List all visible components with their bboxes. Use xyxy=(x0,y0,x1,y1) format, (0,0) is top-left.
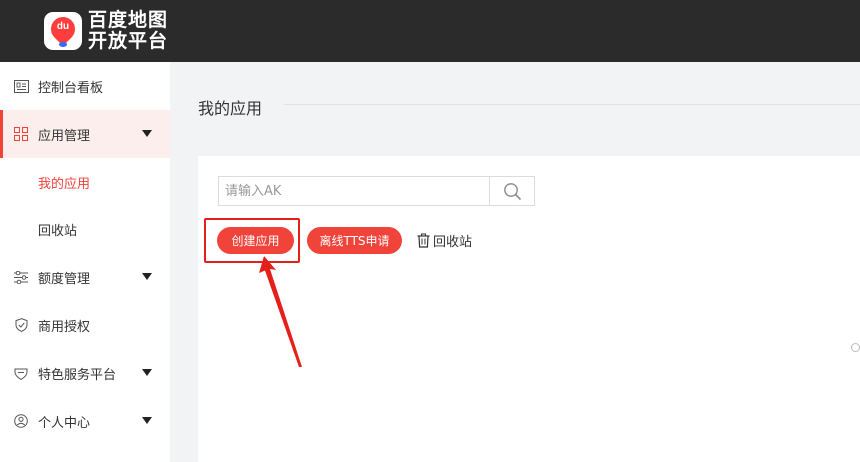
partial-icon xyxy=(851,343,860,352)
annotation-arrow xyxy=(259,256,302,367)
